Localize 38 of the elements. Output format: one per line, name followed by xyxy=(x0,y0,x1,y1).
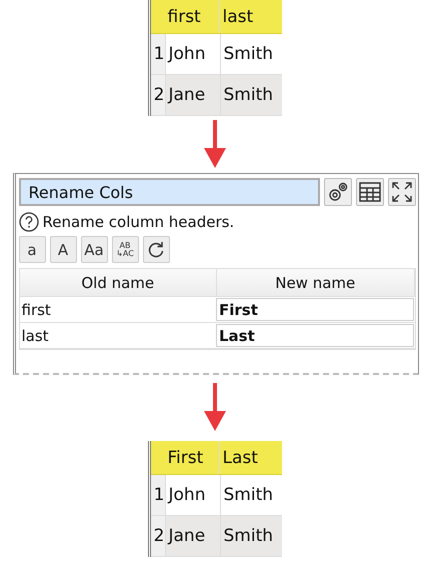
table-cell: John xyxy=(166,475,220,515)
column-header: Old name xyxy=(20,269,217,296)
row-number: 1 xyxy=(150,475,166,515)
refresh-icon xyxy=(147,240,165,258)
case-button[interactable]: a xyxy=(18,236,46,263)
column-header: Last xyxy=(222,446,259,470)
column-header: first xyxy=(164,0,220,33)
column-header: last xyxy=(222,6,254,28)
row-number: 2 xyxy=(150,516,166,556)
expand-icon xyxy=(390,181,412,203)
maximize-button[interactable] xyxy=(388,178,416,206)
row-number: 1 xyxy=(150,34,166,74)
table-cell-text: last xyxy=(20,326,50,346)
case-button[interactable]: Aa xyxy=(80,236,108,263)
replace-button[interactable]: AB ↳AC xyxy=(112,236,138,263)
input-field[interactable]: First xyxy=(216,298,414,321)
table-cell-text: first xyxy=(20,300,52,320)
table-cell-text: Smith xyxy=(222,43,274,66)
row-number: 2 xyxy=(150,75,166,115)
table-cell-text: Smith xyxy=(222,84,274,107)
help-text: Rename column headers. xyxy=(42,213,234,231)
down-arrow xyxy=(204,383,226,431)
input-field[interactable]: Last xyxy=(216,324,414,347)
column-header: New name xyxy=(217,269,414,296)
table-view-button[interactable] xyxy=(356,178,384,206)
table-cell-text: Smith xyxy=(222,484,274,507)
case-button[interactable]: A xyxy=(50,236,76,263)
column-header: First xyxy=(164,441,220,474)
table-cell: Jane xyxy=(166,75,220,115)
down-arrow xyxy=(204,120,226,168)
help-icon[interactable] xyxy=(18,212,38,232)
settings-button[interactable] xyxy=(324,178,352,206)
table-icon xyxy=(358,182,380,202)
table-cell: John xyxy=(166,34,220,74)
table-cell-text: Smith xyxy=(222,525,274,548)
table-cell: Jane xyxy=(166,516,220,556)
reset-button[interactable] xyxy=(142,236,170,263)
panel-title[interactable]: Rename Cols xyxy=(18,178,320,206)
